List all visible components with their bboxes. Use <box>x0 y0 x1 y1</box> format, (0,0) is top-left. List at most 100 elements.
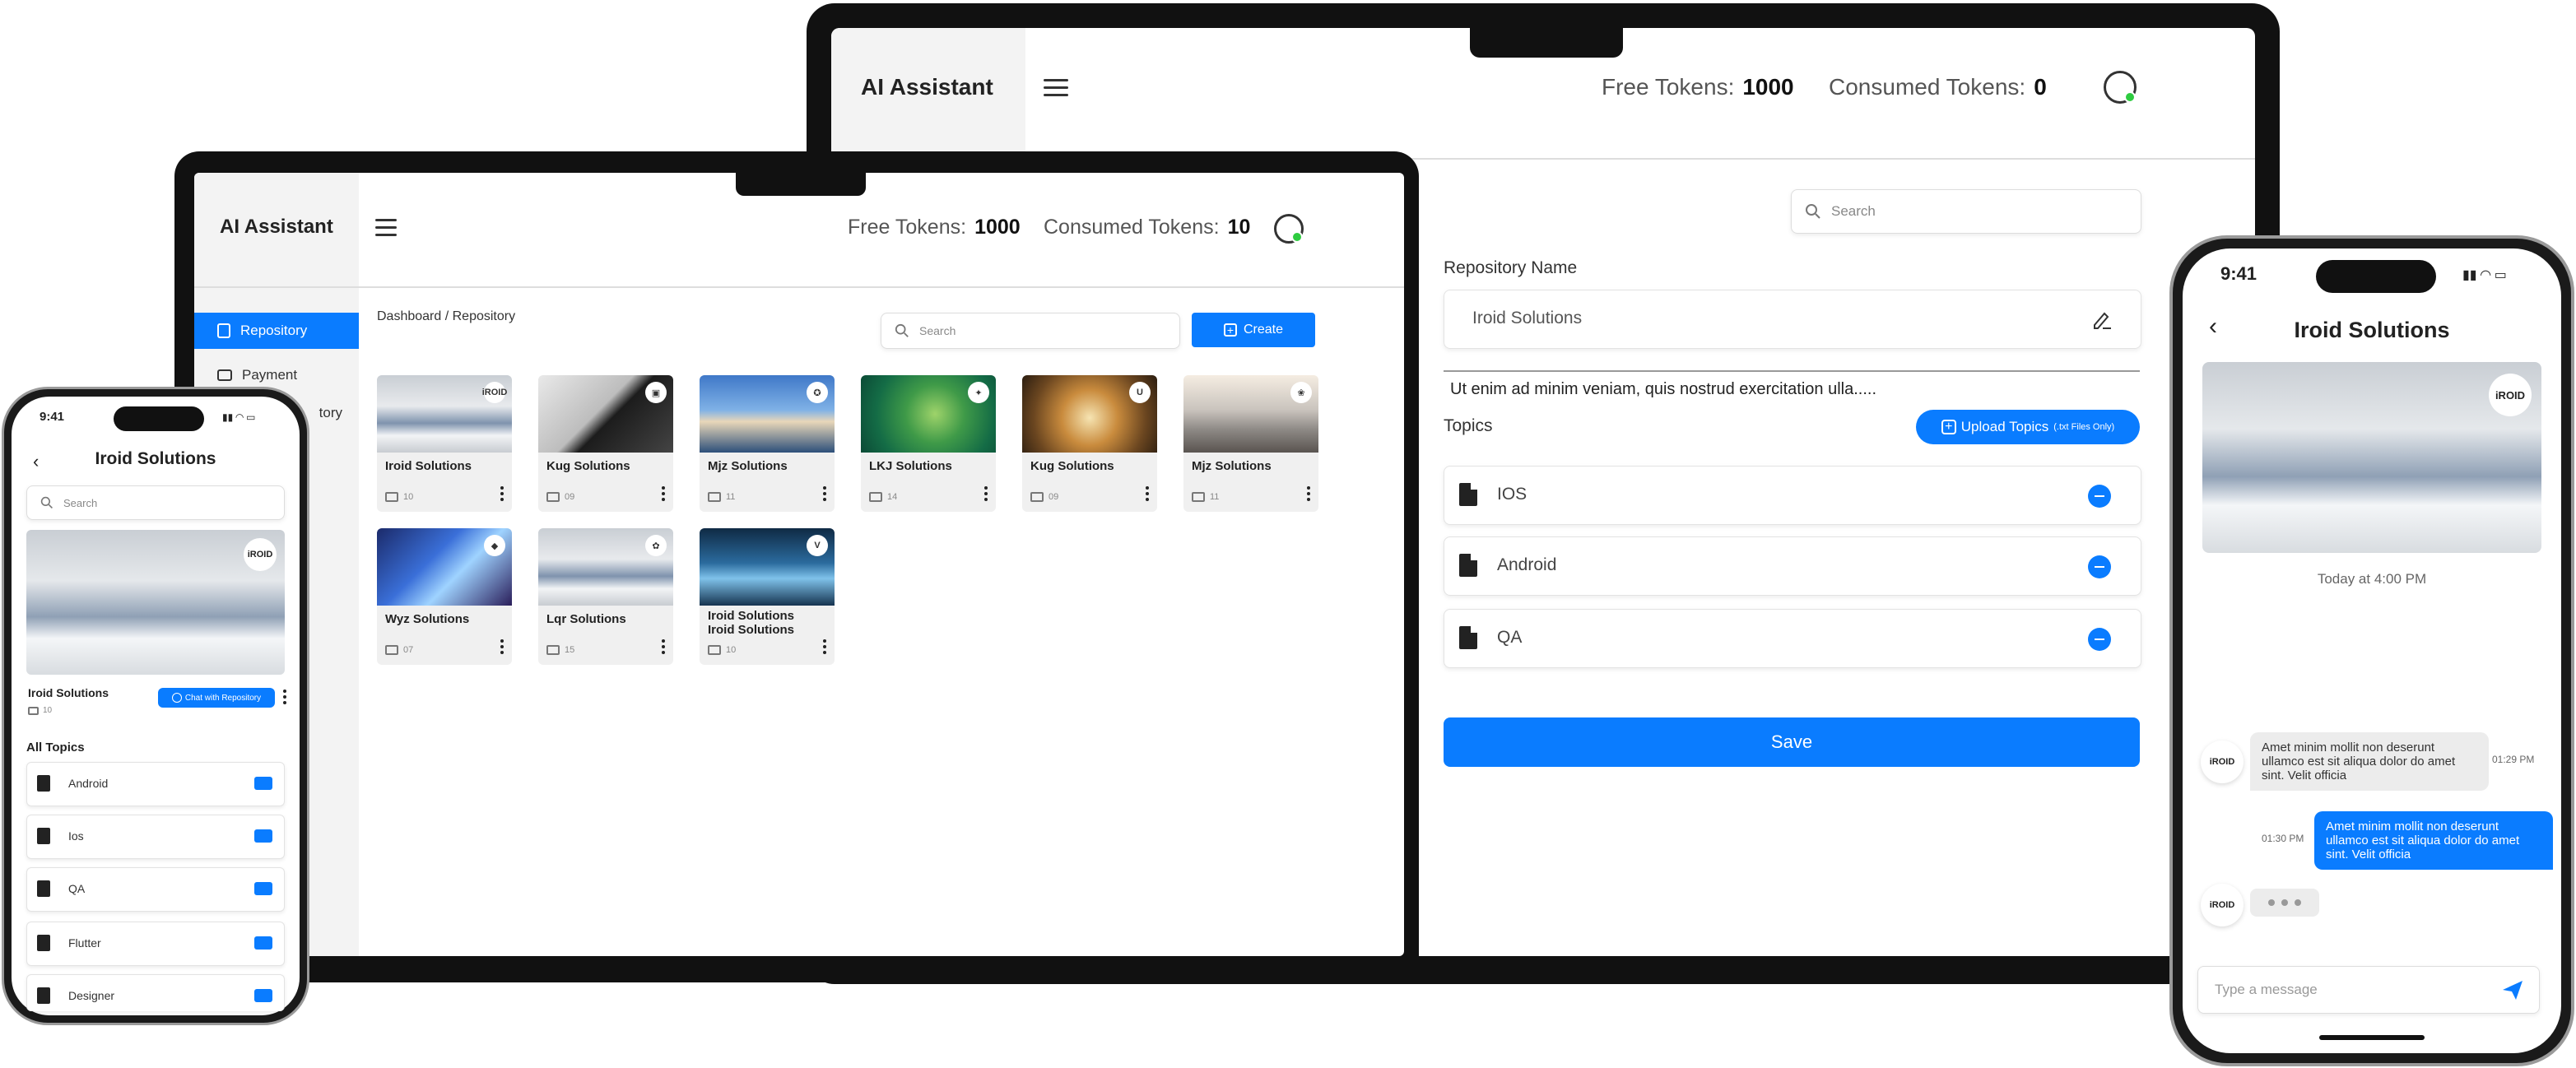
topic-row[interactable]: QA <box>26 867 285 912</box>
back-search-input[interactable]: Search <box>1791 189 2141 234</box>
repository-card[interactable]: ❀ Mjz Solutions 11 <box>1183 375 1318 512</box>
front-search-input[interactable]: Search <box>881 313 1180 349</box>
profile-icon[interactable] <box>2104 71 2137 104</box>
plus-icon: + <box>1941 420 1956 434</box>
kebab-icon[interactable] <box>500 639 504 657</box>
repository-card[interactable]: U Kug Solutions 09 <box>1022 375 1157 512</box>
file-icon <box>1459 626 1477 649</box>
hamburger-icon[interactable] <box>375 219 397 237</box>
kebab-icon[interactable] <box>662 486 665 504</box>
repository-card[interactable]: iROID Iroid Solutions 10 <box>377 375 512 512</box>
kebab-icon[interactable] <box>1146 486 1149 504</box>
repository-logo: ◆ <box>484 535 505 556</box>
topic-row[interactable]: IOS <box>1444 466 2141 525</box>
header-divider <box>194 286 1404 288</box>
repository-logo: ▣ <box>645 382 667 403</box>
back-consumed-tokens: Consumed Tokens: 0 <box>1829 74 2047 100</box>
front-free-tokens: Free Tokens: 1000 <box>848 216 1021 239</box>
kebab-icon[interactable] <box>984 486 988 504</box>
description-divider <box>1444 370 2140 372</box>
repository-count: 14 <box>869 492 897 502</box>
topic-row[interactable]: Designer <box>26 974 285 1011</box>
typing-indicator <box>2250 889 2319 917</box>
minus-icon[interactable] <box>2088 555 2111 578</box>
repository-name: LKJ Solutions <box>869 459 952 473</box>
topic-label: QA <box>1497 628 1523 647</box>
stack-icon <box>546 492 560 502</box>
online-indicator <box>2124 91 2136 103</box>
repository-card[interactable]: ▣ Kug Solutions 09 <box>538 375 673 512</box>
kebab-icon[interactable] <box>823 486 826 504</box>
profile-icon[interactable] <box>1274 214 1304 244</box>
hamburger-icon[interactable] <box>1044 79 1068 97</box>
topic-label: Flutter <box>68 936 101 950</box>
repository-card[interactable]: ✦ LKJ Solutions 14 <box>861 375 996 512</box>
repository-count: 09 <box>1030 492 1058 502</box>
minus-icon[interactable] <box>2088 485 2111 508</box>
repository-card[interactable]: ◆ Wyz Solutions 07 <box>377 528 512 665</box>
left-search-input[interactable]: Search <box>26 485 285 520</box>
kebab-icon[interactable] <box>283 690 286 704</box>
stack-icon <box>869 492 882 502</box>
status-time: 9:41 <box>2220 263 2257 284</box>
chat-button-label: Chat with Repository <box>184 693 262 703</box>
repository-name: Wyz Solutions <box>385 612 470 626</box>
file-icon <box>1459 483 1477 506</box>
message-input[interactable]: Type a message <box>2197 966 2540 1014</box>
save-button[interactable]: Save <box>1444 717 2140 767</box>
minus-icon[interactable] <box>2088 628 2111 651</box>
upload-topics-button[interactable]: + Upload Topics (.txt Files Only) <box>1916 410 2140 444</box>
chat-icon[interactable] <box>254 989 272 1002</box>
topic-row[interactable]: Ios <box>26 815 285 859</box>
kebab-icon[interactable] <box>1307 486 1310 504</box>
repository-count: 15 <box>546 645 574 655</box>
create-button[interactable]: + Create <box>1192 313 1315 347</box>
send-icon[interactable] <box>2501 978 2524 1001</box>
repository-cover-image: iROID <box>26 530 285 675</box>
repository-count: 07 <box>385 645 413 655</box>
stack-icon <box>28 706 39 715</box>
kebab-icon[interactable] <box>823 639 826 657</box>
repository-logo: ❀ <box>1290 382 1312 403</box>
chat-icon[interactable] <box>254 882 272 895</box>
status-time: 9:41 <box>40 410 65 424</box>
sidebar-item-label: Payment <box>242 367 298 383</box>
kebab-icon[interactable] <box>500 486 504 504</box>
save-label: Save <box>1770 731 1813 752</box>
bot-message-time: 01:29 PM <box>2492 754 2535 765</box>
repository-count: 11 <box>1192 492 1219 502</box>
repository-name: Lqr Solutions <box>546 612 626 626</box>
dynamic-island <box>114 406 204 431</box>
sidebar-item-label: tory <box>319 405 342 420</box>
sidebar-item-repository[interactable]: Repository <box>194 313 359 349</box>
chat-with-repository-button[interactable]: Chat with Repository <box>158 688 275 708</box>
repository-card[interactable]: V Iroid Solutions Iroid Solutions 10 <box>700 528 835 665</box>
file-icon <box>37 828 50 844</box>
all-topics-label: All Topics <box>26 741 85 755</box>
chat-icon[interactable] <box>254 936 272 950</box>
topic-row[interactable]: QA <box>1444 609 2141 668</box>
repo-name: Iroid Solutions <box>28 686 109 699</box>
user-message-time: 01:30 PM <box>2262 833 2304 844</box>
edit-icon[interactable] <box>2091 309 2113 330</box>
repository-name: Kug Solutions <box>546 459 630 473</box>
topic-label: QA <box>68 882 86 895</box>
search-placeholder: Search <box>1831 203 1876 219</box>
back-free-tokens: Free Tokens: 1000 <box>1602 74 1794 100</box>
repository-card[interactable]: ✿ Lqr Solutions 15 <box>538 528 673 665</box>
file-icon <box>37 935 50 951</box>
search-icon <box>1806 204 1820 219</box>
topic-row[interactable]: Flutter <box>26 922 285 966</box>
search-icon <box>895 323 909 337</box>
stack-icon <box>1030 492 1044 502</box>
repo-name-field[interactable]: Iroid Solutions <box>1444 290 2141 349</box>
kebab-icon[interactable] <box>662 639 665 657</box>
chat-icon[interactable] <box>254 829 272 843</box>
payment-icon <box>217 369 232 381</box>
repository-count: 09 <box>546 492 574 502</box>
repository-card[interactable]: ✪ Mjz Solutions 11 <box>700 375 835 512</box>
topic-row[interactable]: Android <box>26 762 285 806</box>
topic-row[interactable]: Android <box>1444 536 2141 596</box>
chat-icon[interactable] <box>254 777 272 790</box>
stack-icon <box>1192 492 1205 502</box>
